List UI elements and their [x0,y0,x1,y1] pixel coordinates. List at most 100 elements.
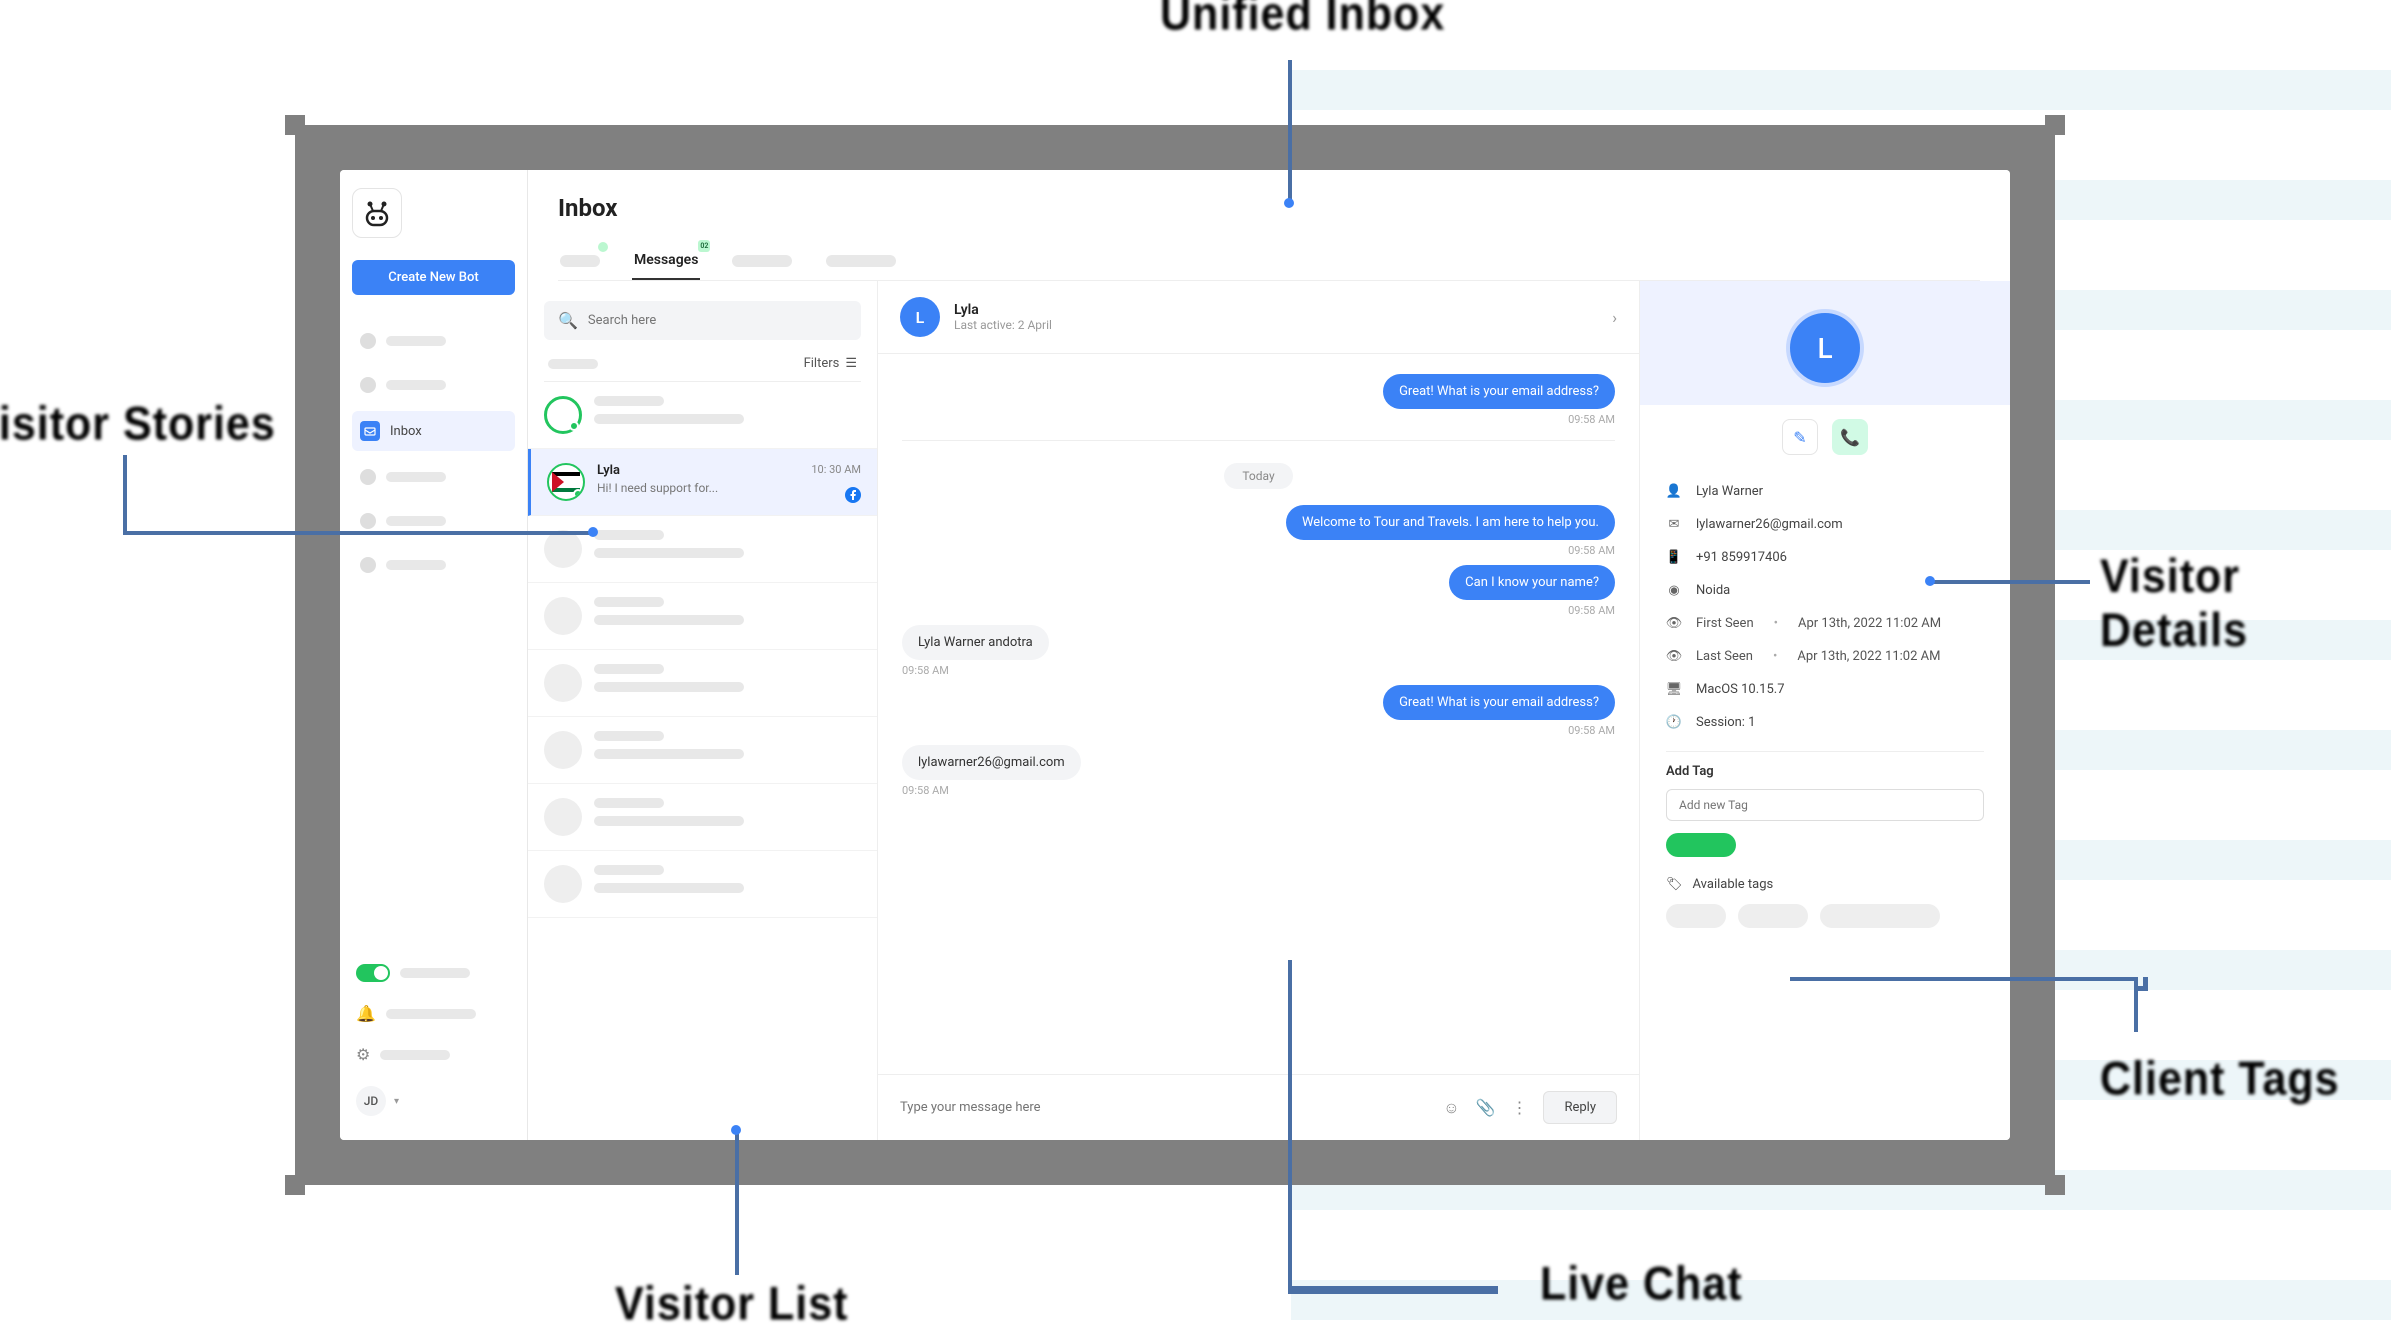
app-logo [352,188,402,238]
annotation-visitor-stories: Visitor Stories [0,398,276,452]
tag-pill[interactable] [1666,833,1736,857]
tab-placeholder[interactable] [730,242,794,280]
first-seen-label: First Seen [1696,616,1754,631]
more-icon[interactable]: ⋮ [1509,1098,1529,1117]
last-seen-value: Apr 13th, 2022 11:02 AM [1797,649,1940,664]
tabs: Messages 02 [558,242,1980,281]
tag-skeleton [1820,904,1940,928]
conversation-item[interactable] [528,717,877,784]
visitor-avatar [544,396,582,434]
filters-button[interactable]: Filters ☰ [804,356,857,371]
message-time: 09:58 AM [1568,724,1615,737]
conversation-item[interactable] [528,382,877,449]
phone-icon: 📱 [1666,550,1682,565]
eye-icon: 👁 [1666,649,1682,664]
visitor-details: L ✎ 📞 👤 Lyla Warner ✉ lylawarner26@gmail.c… [1640,281,2010,1140]
message-bubble: Lyla Warner andotra [902,625,1049,660]
annotation-unified-inbox: Unified Inbox [1160,0,1445,41]
message-bubble: Welcome to Tour and Travels. I am here t… [1286,505,1615,540]
chevron-right-icon[interactable]: › [1612,308,1617,327]
emoji-icon[interactable]: ☺ [1441,1098,1461,1118]
conversation-item-selected[interactable]: Lyla Hi! I need support for... 10: 30 AM [528,449,877,516]
search-bar[interactable]: 🔍 [544,301,861,340]
visitor-avatar [547,463,585,501]
clock-icon: 🕐 [1666,715,1682,730]
details-os: MacOS 10.15.7 [1696,682,1785,697]
annotation-client-tags: Client Tags [2100,1053,2340,1107]
user-menu[interactable]: JD ▾ [352,1080,515,1122]
reply-button[interactable]: Reply [1543,1091,1617,1124]
last-seen-label: Last Seen [1696,649,1753,664]
message-bubble: Great! What is your email address? [1383,374,1615,409]
conversation-item[interactable] [528,650,877,717]
notifications-row[interactable]: 🔔 [352,998,515,1029]
tab-messages[interactable]: Messages 02 [632,242,700,280]
attachment-icon[interactable]: 📎 [1475,1098,1495,1117]
details-phone: +91 859917406 [1696,550,1787,565]
conversation-item[interactable] [528,784,877,851]
gear-icon: ⚙ [356,1045,370,1064]
tag-skeleton [1738,904,1808,928]
details-name: Lyla Warner [1696,484,1763,499]
search-icon: 🔍 [558,311,578,330]
message-time: 09:58 AM [1568,544,1615,557]
nav-item-placeholder[interactable] [352,367,515,403]
available-tags-label: Available tags [1693,877,1774,892]
call-button[interactable]: 📞 [1832,419,1868,455]
person-icon: 👤 [1666,484,1682,499]
first-seen-value: Apr 13th, 2022 11:02 AM [1798,616,1941,631]
nav-label-inbox: Inbox [390,424,422,439]
create-bot-button[interactable]: Create New Bot [352,260,515,295]
chat-messages: Great! What is your email address? 09:58 … [878,354,1639,1074]
nav-item-placeholder[interactable] [352,547,515,583]
annotation-visitor-details: Visitor Details [2100,550,2391,658]
message-time: 09:58 AM [1568,604,1615,617]
chat-avatar: L [900,297,940,337]
sidebar: Create New Bot Inbox 🔔 ⚙ JD ▾ [340,170,528,1140]
tab-badge: 02 [698,240,710,252]
tab-placeholder[interactable] [824,242,898,280]
nav-item-inbox[interactable]: Inbox [352,411,515,451]
online-toggle[interactable] [356,964,390,982]
date-divider: Today [1224,463,1292,489]
message-time: 09:58 AM [902,784,949,797]
conversation-item[interactable] [528,583,877,650]
message-bubble: Great! What is your email address? [1383,685,1615,720]
details-avatar: L [1786,309,1864,387]
message-bubble: lylawarner26@gmail.com [902,745,1081,780]
add-tag-input[interactable] [1666,789,1984,821]
message-time: 09:58 AM [1568,413,1615,426]
filter-icon: ☰ [845,356,857,371]
nav-item-placeholder[interactable] [352,459,515,495]
conversation-time: 10: 30 AM [811,463,861,476]
chat-header: L Lyla Last active: 2 April › [878,281,1639,354]
settings-row[interactable]: ⚙ [352,1039,515,1070]
app-frame: Create New Bot Inbox 🔔 ⚙ JD ▾ [295,125,2055,1185]
filters-label: Filters [804,356,840,371]
edit-button[interactable]: ✎ [1782,419,1818,455]
tab-messages-label: Messages [634,252,698,268]
conversation-preview: Hi! I need support for... [597,481,861,495]
details-email: lylawarner26@gmail.com [1696,517,1843,532]
online-toggle-row [352,958,515,988]
chat-composer: ☺ 📎 ⋮ Reply [878,1074,1639,1140]
message-input[interactable] [900,1100,1427,1115]
chat-last-active: Last active: 2 April [954,318,1598,332]
chat-panel: L Lyla Last active: 2 April › Great! Wha… [878,281,1640,1140]
user-avatar: JD [356,1086,386,1116]
facebook-icon [845,487,861,503]
location-icon: ◉ [1666,583,1682,598]
nav-item-placeholder[interactable] [352,323,515,359]
tag-icon: 🏷 [1666,877,1683,892]
message-time: 09:58 AM [902,664,949,677]
conversation-item[interactable] [528,516,877,583]
chat-contact-name: Lyla [954,302,1598,318]
tab-placeholder[interactable] [558,242,602,280]
eye-icon: 👁 [1666,616,1682,631]
search-input[interactable] [588,313,847,328]
conversation-item[interactable] [528,851,877,918]
chevron-down-icon: ▾ [394,1096,399,1107]
details-session: Session: 1 [1696,715,1755,730]
email-icon: ✉ [1666,517,1682,532]
annotation-visitor-list: Visitor List [615,1278,848,1332]
